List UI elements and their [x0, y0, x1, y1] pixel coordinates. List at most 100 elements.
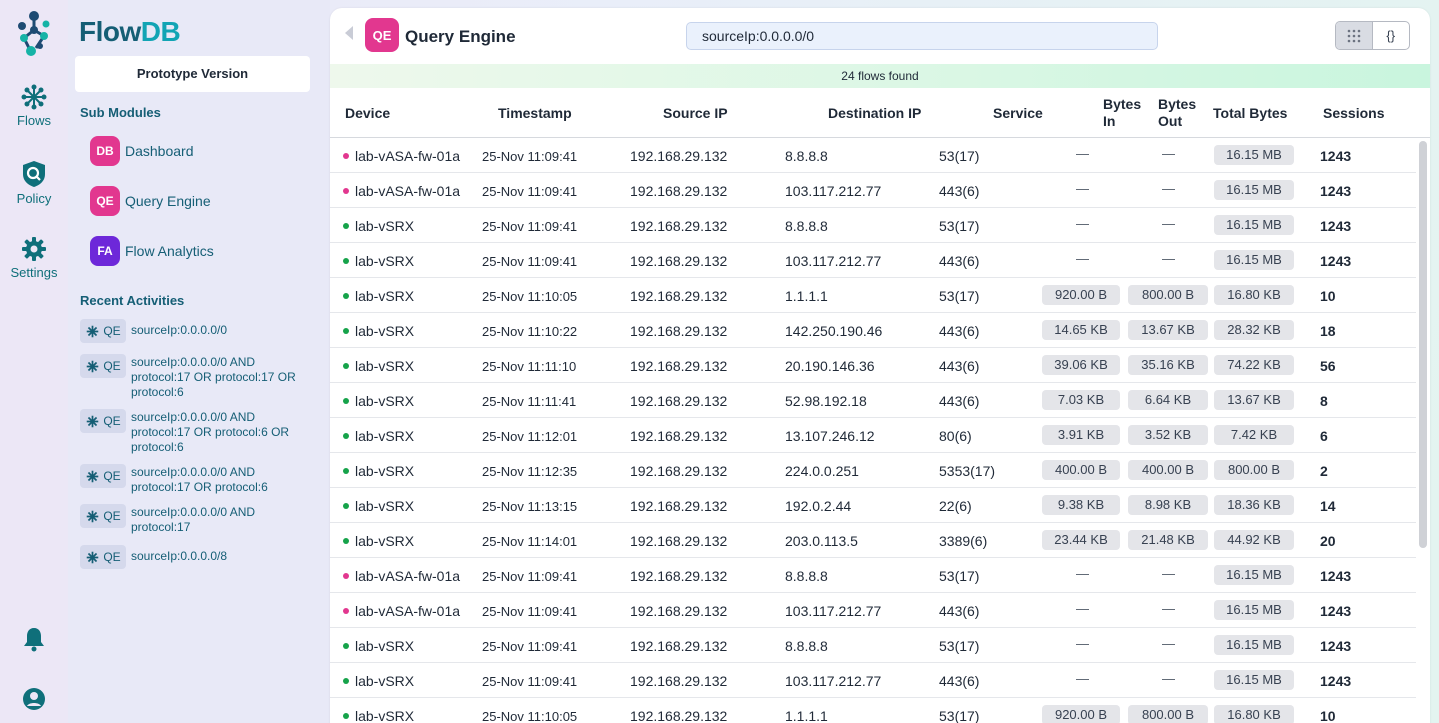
cell-service: 53(17)	[939, 288, 980, 304]
cell-device: lab-vSRX	[355, 673, 415, 689]
user-profile-button[interactable]	[0, 687, 68, 716]
submodule-label: Dashboard	[125, 143, 194, 159]
back-arrow-icon[interactable]	[345, 26, 353, 40]
cell-service: 443(6)	[939, 323, 980, 339]
rail-label-settings: Settings	[10, 265, 58, 280]
policy-icon	[23, 161, 45, 187]
recent-activity-query: sourceIp:0.0.0.0/0 AND protocol:17 OR pr…	[131, 410, 290, 454]
cell-service: 443(6)	[939, 673, 980, 689]
user-avatar-icon	[23, 688, 45, 710]
cell-service: 53(17)	[939, 708, 980, 723]
cell-destination-ip: 8.8.8.8	[785, 148, 828, 164]
column-header-device[interactable]: Device	[345, 105, 390, 121]
cell-bytes-in: —	[1076, 216, 1089, 231]
cell-bytes-out: 800.00 B	[1128, 705, 1208, 723]
column-header-bytes-in-line1: Bytes	[1103, 96, 1142, 112]
table-row[interactable]: lab-vASA-fw-01a 25-Nov 11:09:41 192.168.29…	[330, 593, 1416, 628]
table-row[interactable]: lab-vSRX 25-Nov 11:09:41 192.168.29.132 8.8…	[330, 208, 1416, 243]
cell-bytes-in: 920.00 B	[1042, 705, 1120, 723]
column-header-total-bytes[interactable]: Total Bytes	[1213, 105, 1287, 121]
table-row[interactable]: lab-vSRX 25-Nov 11:14:01 192.168.29.132 203…	[330, 523, 1416, 558]
table-scrollbar[interactable]	[1419, 141, 1427, 548]
table-row[interactable]: lab-vSRX 25-Nov 11:12:01 192.168.29.132 13.…	[330, 418, 1416, 453]
column-header-sessions[interactable]: Sessions	[1323, 105, 1384, 121]
cell-source-ip: 192.168.29.132	[630, 568, 728, 584]
flows-icon	[87, 551, 99, 563]
cell-sessions: 6	[1320, 428, 1328, 444]
cell-service: 443(6)	[939, 358, 980, 374]
cell-bytes-out: —	[1162, 601, 1175, 616]
rail-item-policy[interactable]: Policy	[0, 160, 68, 206]
cell-total-bytes: 16.15 MB	[1214, 180, 1294, 200]
cell-bytes-in: —	[1076, 671, 1089, 686]
cell-sessions: 1243	[1320, 183, 1352, 199]
recent-activity-item[interactable]: QE sourceIp:0.0.0.0/0 AND protocol:17 OR…	[80, 354, 315, 400]
cell-device: lab-vSRX	[355, 393, 415, 409]
recent-activity-item[interactable]: QE sourceIp:0.0.0.0/0 AND protocol:17 OR…	[80, 409, 315, 455]
app-brand: FlowDB	[79, 16, 181, 48]
cell-bytes-in: —	[1076, 566, 1089, 581]
table-row[interactable]: lab-vSRX 25-Nov 11:13:15 192.168.29.132 192…	[330, 488, 1416, 523]
recent-activity-item[interactable]: QE sourceIp:0.0.0.0/0 AND protocol:17 OR…	[80, 464, 315, 495]
table-row[interactable]: lab-vSRX 25-Nov 11:10:05 192.168.29.132 1.1…	[330, 278, 1416, 313]
cell-service: 443(6)	[939, 603, 980, 619]
flows-icon	[87, 510, 99, 522]
rail-item-flows[interactable]: Flows	[0, 84, 68, 128]
notifications-button[interactable]	[0, 626, 68, 657]
table-row[interactable]: lab-vSRX 25-Nov 11:09:41 192.168.29.132 103…	[330, 243, 1416, 278]
table-row[interactable]: lab-vASA-fw-01a 25-Nov 11:09:41 192.168.29…	[330, 138, 1416, 173]
column-header-bytes-out-line1: Bytes	[1158, 96, 1197, 112]
device-status-dot	[343, 188, 349, 194]
cell-destination-ip: 8.8.8.8	[785, 638, 828, 654]
submodule-query-engine[interactable]: QE Query Engine	[90, 186, 211, 216]
cell-timestamp: 25-Nov 11:09:41	[482, 149, 578, 164]
table-view-button[interactable]	[1336, 22, 1373, 49]
query-input[interactable]	[686, 22, 1158, 50]
flowdb-logo-icon[interactable]	[16, 10, 52, 58]
column-header-source-ip[interactable]: Source IP	[663, 105, 728, 121]
recent-activity-item[interactable]: QE sourceIp:0.0.0.0/8	[80, 545, 315, 569]
cell-device: lab-vSRX	[355, 463, 415, 479]
cell-sessions: 14	[1320, 498, 1336, 514]
recent-activity-item[interactable]: QE sourceIp:0.0.0.0/0	[80, 319, 315, 343]
recent-activity-tag-label: QE	[103, 550, 121, 564]
cell-bytes-in: 7.03 KB	[1042, 390, 1120, 410]
column-header-service[interactable]: Service	[993, 105, 1043, 121]
table-row[interactable]: lab-vASA-fw-01a 25-Nov 11:09:41 192.168.29…	[330, 173, 1416, 208]
cell-bytes-out: 8.98 KB	[1128, 495, 1208, 515]
rail-item-settings[interactable]: Settings	[0, 236, 68, 280]
column-header-bytes-out[interactable]: Bytes Out	[1158, 96, 1196, 130]
cell-service: 53(17)	[939, 568, 980, 584]
table-row[interactable]: lab-vSRX 25-Nov 11:12:35 192.168.29.132 224…	[330, 453, 1416, 488]
cell-timestamp: 25-Nov 11:14:01	[482, 534, 578, 549]
cell-timestamp: 25-Nov 11:12:01	[482, 429, 578, 444]
json-view-button[interactable]: {}	[1373, 22, 1410, 49]
submodules-heading: Sub Modules	[80, 105, 161, 120]
cell-total-bytes: 16.15 MB	[1214, 215, 1294, 235]
table-row[interactable]: lab-vSRX 25-Nov 11:10:22 192.168.29.132 142…	[330, 313, 1416, 348]
table-row[interactable]: lab-vSRX 25-Nov 11:10:05 192.168.29.132 1.1…	[330, 698, 1416, 723]
results-summary: 24 flows found	[330, 64, 1430, 88]
table-row[interactable]: lab-vSRX 25-Nov 11:11:41 192.168.29.132 52.…	[330, 383, 1416, 418]
column-header-bytes-in[interactable]: Bytes In	[1103, 96, 1141, 130]
table-row[interactable]: lab-vSRX 25-Nov 11:09:41 192.168.29.132 8.8…	[330, 628, 1416, 663]
table-row[interactable]: lab-vASA-fw-01a 25-Nov 11:09:41 192.168.29…	[330, 558, 1416, 593]
column-header-timestamp[interactable]: Timestamp	[498, 105, 572, 121]
brand-name-part1: Flow	[79, 16, 141, 47]
cell-total-bytes: 44.92 KB	[1214, 530, 1294, 550]
submodule-flow-analytics[interactable]: FA Flow Analytics	[90, 236, 214, 266]
cell-bytes-in: —	[1076, 601, 1089, 616]
table-row[interactable]: lab-vSRX 25-Nov 11:09:41 192.168.29.132 103…	[330, 663, 1416, 698]
recent-activity-item[interactable]: QE sourceIp:0.0.0.0/0 AND protocol:17	[80, 504, 315, 535]
device-status-dot	[343, 573, 349, 579]
cell-timestamp: 25-Nov 11:10:05	[482, 289, 578, 304]
column-header-destination-ip[interactable]: Destination IP	[828, 105, 921, 121]
cell-timestamp: 25-Nov 11:11:41	[482, 394, 577, 409]
device-status-dot	[343, 643, 349, 649]
device-status-dot	[343, 258, 349, 264]
cell-device: lab-vSRX	[355, 253, 415, 269]
table-row[interactable]: lab-vSRX 25-Nov 11:11:10 192.168.29.132 20.…	[330, 348, 1416, 383]
cell-bytes-out: 35.16 KB	[1128, 355, 1208, 375]
submodule-dashboard[interactable]: DB Dashboard	[90, 136, 194, 166]
cell-device: lab-vSRX	[355, 288, 415, 304]
